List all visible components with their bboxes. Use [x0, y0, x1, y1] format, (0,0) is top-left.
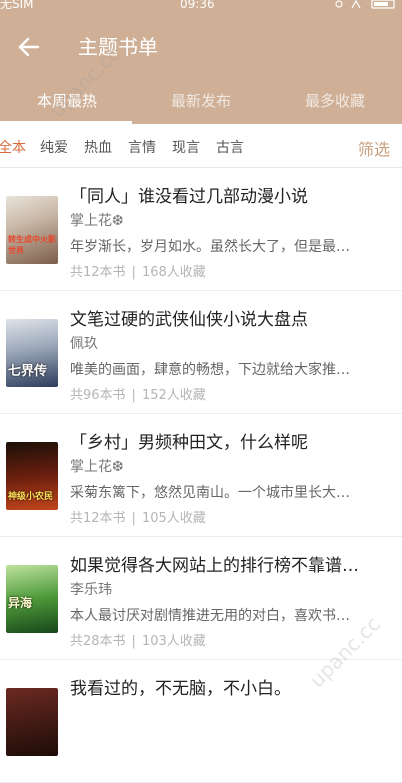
category-modern-romance[interactable]: 现言 — [172, 137, 200, 157]
booklist-title: 「同人」谁没看过几部动漫小说 — [70, 187, 308, 207]
booklist-description: 本人最讨厌对剧情推进无用的对白，喜欢书… — [70, 608, 350, 624]
list-item[interactable]: 神级小农民 「乡村」男频种田文，什么样呢 掌上花❆ 采菊东篱下，悠然见南山。一个… — [0, 414, 402, 537]
status-icons — [335, 0, 395, 9]
filter-button[interactable]: 筛选 — [358, 136, 390, 160]
book-cover: 转生成中火影世界 — [6, 196, 58, 264]
book-cover: 七界传 — [6, 319, 58, 387]
booklist-meta: 共28本书 | 103人收藏 — [70, 634, 206, 649]
cover-title: 七界传 — [8, 364, 48, 379]
back-arrow-icon[interactable] — [14, 32, 44, 62]
category-hot-blood[interactable]: 热血 — [84, 137, 112, 157]
list-item[interactable]: 我看过的，不无脑，不小白。 — [0, 660, 402, 783]
book-count: 共96本书 — [70, 388, 126, 403]
booklist-author: 掌上花❆ — [70, 213, 124, 229]
clock: 09:36 — [180, 0, 215, 11]
favorite-count: 103人收藏 — [141, 634, 206, 649]
booklist-author: 佩玖 — [70, 336, 98, 352]
category-all[interactable]: 全本 — [0, 137, 26, 157]
category-ancient-romance[interactable]: 古言 — [216, 137, 244, 157]
book-count: 共12本书 — [70, 265, 126, 280]
booklist-description: 唯美的画面，肆意的畅想，下边就给大家推… — [70, 362, 350, 378]
booklist-title: 文笔过硬的武侠仙侠小说大盘点 — [70, 310, 308, 330]
category-pure-love[interactable]: 纯爱 — [40, 137, 68, 157]
booklist-description: 采菊东篱下，悠然见南山。一个城市里长大… — [70, 485, 350, 501]
category-filter-bar: 全本 纯爱 热血 言情 现言 古言 筛选 — [0, 124, 402, 168]
cover-title: 神级小农民 — [8, 492, 54, 502]
booklist-title: 「乡村」男频种田文，什么样呢 — [70, 433, 308, 453]
cover-title: 异海 — [8, 596, 33, 610]
booklist-author: 掌上花❆ — [70, 459, 124, 475]
category-romance[interactable]: 言情 — [128, 137, 156, 157]
booklist-meta: 共96本书 | 152人收藏 — [70, 388, 206, 403]
book-cover: 神级小农民 — [6, 442, 58, 510]
tab-latest[interactable]: 最新发布 — [134, 90, 268, 111]
booklist-meta: 共12本书 | 168人收藏 — [70, 265, 206, 280]
booklist-title: 我看过的，不无脑，不小白。 — [70, 679, 291, 699]
tab-most-favorited[interactable]: 最多收藏 — [268, 90, 402, 111]
carrier-label: 无SIM — [0, 0, 34, 11]
booklist-title: 如果觉得各大网站上的排行榜不靠谱… — [70, 556, 359, 576]
status-bar: 无SIM 09:36 — [0, 0, 402, 14]
booklist-author: 李乐玮 — [70, 582, 112, 598]
booklist-description: 年岁渐长，岁月如水。虽然长大了，但是最… — [70, 239, 350, 255]
book-cover — [6, 688, 58, 756]
list-item[interactable]: 转生成中火影世界 「同人」谁没看过几部动漫小说 掌上花❆ 年岁渐长，岁月如水。虽… — [0, 168, 402, 291]
book-count: 共12本书 — [70, 511, 126, 526]
favorite-count: 105人收藏 — [141, 511, 206, 526]
favorite-count: 168人收藏 — [141, 265, 206, 280]
booklist-list: 转生成中火影世界 「同人」谁没看过几部动漫小说 掌上花❆ 年岁渐长，岁月如水。虽… — [0, 168, 402, 783]
book-count: 共28本书 — [70, 634, 126, 649]
list-item[interactable]: 七界传 文笔过硬的武侠仙侠小说大盘点 佩玖 唯美的画面，肆意的畅想，下边就给大家… — [0, 291, 402, 414]
cover-title: 转生成中火影世界 — [8, 235, 56, 255]
book-cover: 异海 — [6, 565, 58, 633]
booklist-meta: 共12本书 | 105人收藏 — [70, 511, 206, 526]
favorite-count: 152人收藏 — [141, 388, 206, 403]
